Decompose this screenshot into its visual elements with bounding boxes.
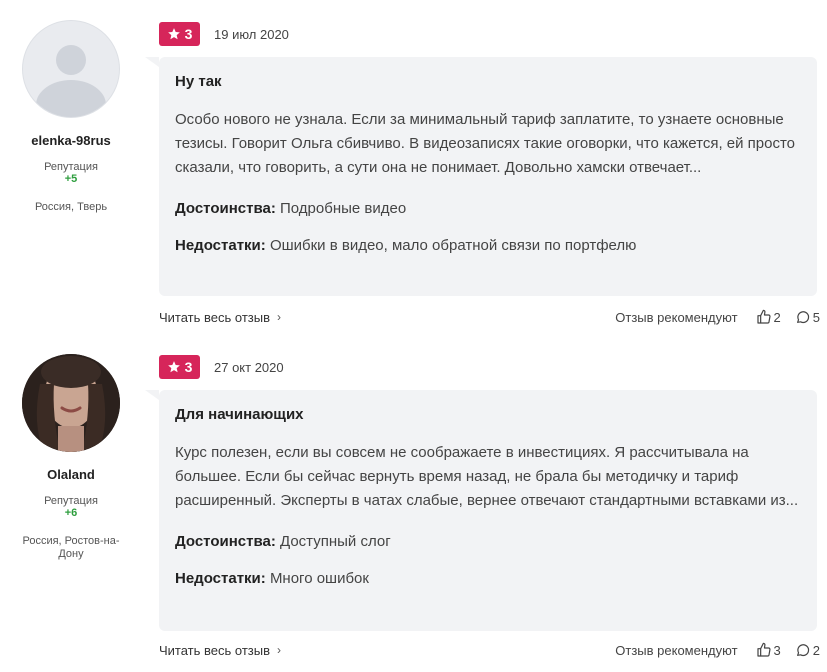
like-count: 3 xyxy=(773,642,781,658)
review-title: Ну так xyxy=(175,73,222,90)
review-date: 19 июл 2020 xyxy=(214,26,289,42)
cons-text: Много ошибок xyxy=(269,570,369,587)
read-more-label: Читать весь отзыв xyxy=(159,642,271,658)
pros-label: Достоинства: xyxy=(175,533,276,550)
review-text: Курс полезен, если вы совсем не сообража… xyxy=(175,444,799,509)
rating-value: 3 xyxy=(184,26,193,42)
star-icon xyxy=(167,28,180,40)
review-cons: Недостатки: Ошибки в видео, мало обратно… xyxy=(175,237,801,254)
cons-label: Недостатки: xyxy=(175,237,266,254)
review-footer: Читать весь отзыв › Отзыв рекомендуют 2 … xyxy=(159,307,820,327)
recommend-label: Отзыв рекомендуют xyxy=(615,642,738,658)
author-name[interactable]: Olaland xyxy=(0,467,142,482)
review-actions: Отзыв рекомендуют 2 5 xyxy=(615,309,820,325)
chevron-right-icon: › xyxy=(277,310,282,324)
reputation-label: Репутация xyxy=(44,161,98,173)
comment-icon xyxy=(796,311,809,323)
pros-text: Доступный слог xyxy=(280,533,391,550)
author-panel: elenka-98rus Репутация +5 Россия, Тверь xyxy=(0,20,142,214)
review-card: Ну так Особо нового не узнала. Если за м… xyxy=(145,57,817,296)
review-title: Для начинающих xyxy=(175,406,304,423)
comment-button[interactable]: 5 xyxy=(795,309,820,325)
read-more-link[interactable]: Читать весь отзыв › xyxy=(159,310,281,325)
like-count: 2 xyxy=(773,309,781,325)
star-icon xyxy=(167,361,180,373)
review-text: Особо нового не узнала. Если за минималь… xyxy=(175,111,796,176)
review-footer: Читать весь отзыв › Отзыв рекомендуют 3 … xyxy=(159,640,820,660)
review-card: Для начинающих Курс полезен, если вы сов… xyxy=(145,390,817,631)
avatar[interactable] xyxy=(22,354,120,452)
author-location: Россия, Ростов-на-Дону xyxy=(22,535,120,560)
cons-text: Ошибки в видео, мало обратной связи по п… xyxy=(269,237,637,254)
author-location: Россия, Тверь xyxy=(34,201,108,213)
pros-label: Достоинства: xyxy=(175,200,276,217)
review-pros: Достоинства: Подробные видео xyxy=(175,200,801,217)
thumb-up-icon xyxy=(756,309,771,324)
author-name[interactable]: elenka-98rus xyxy=(0,133,142,148)
cons-label: Недостатки: xyxy=(175,570,266,587)
comment-count: 5 xyxy=(812,309,820,325)
author-panel: Olaland Репутация +6 Россия, Ростов-на-Д… xyxy=(0,354,142,561)
rating-badge: 3 xyxy=(159,22,200,46)
rating-value: 3 xyxy=(184,359,193,375)
like-button[interactable]: 2 xyxy=(756,309,781,325)
pros-text: Подробные видео xyxy=(280,200,407,217)
photo-avatar-icon xyxy=(22,354,120,452)
rating-badge: 3 xyxy=(159,355,200,379)
review-meta: 3 19 июл 2020 xyxy=(159,22,289,46)
review-cons: Недостатки: Много ошибок xyxy=(175,570,801,587)
read-more-label: Читать весь отзыв xyxy=(159,309,271,325)
comment-icon xyxy=(796,644,809,656)
read-more-link[interactable]: Читать весь отзыв › xyxy=(159,643,281,658)
thumb-up-icon xyxy=(756,642,771,657)
recommend-label: Отзыв рекомендуют xyxy=(615,309,738,325)
review-actions: Отзыв рекомендуют 3 2 xyxy=(615,642,820,658)
reputation-label: Репутация xyxy=(44,495,98,507)
review-meta: 3 27 окт 2020 xyxy=(159,355,284,379)
review-date: 27 окт 2020 xyxy=(214,359,284,375)
avatar[interactable] xyxy=(22,20,120,118)
like-button[interactable]: 3 xyxy=(756,642,781,658)
review-pros: Достоинства: Доступный слог xyxy=(175,533,801,550)
chevron-right-icon: › xyxy=(277,643,282,657)
comment-button[interactable]: 2 xyxy=(795,642,820,658)
comment-count: 2 xyxy=(812,642,820,658)
reputation-value: +6 xyxy=(64,507,78,519)
reputation-value: +5 xyxy=(64,173,78,185)
